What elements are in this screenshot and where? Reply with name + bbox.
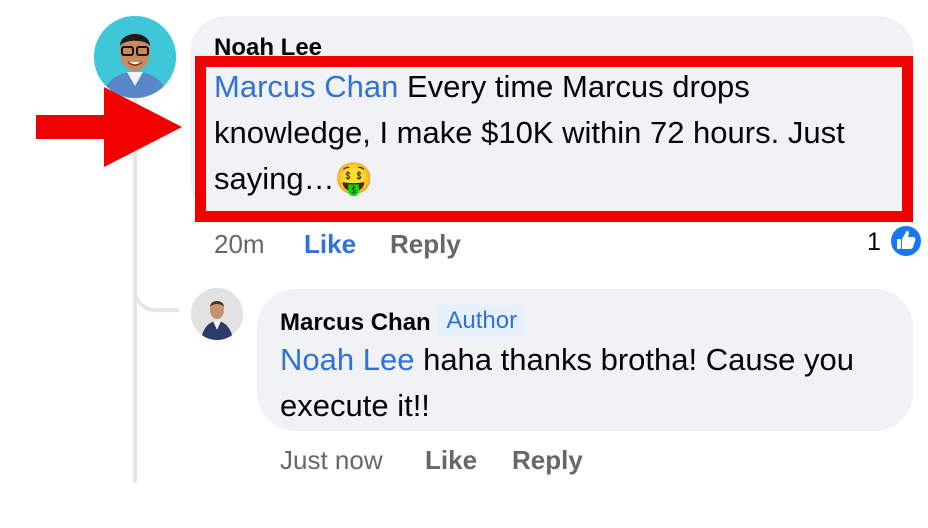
reply-author-link[interactable]: Marcus Chan — [280, 309, 431, 336]
reply-author-name: Marcus Chan Author — [280, 305, 527, 337]
like-button[interactable]: Like — [425, 445, 477, 476]
thumbs-up-icon[interactable] — [889, 224, 923, 258]
reply-text-line1: haha thanks brotha! Cause you — [423, 342, 854, 377]
author-badge: Author — [437, 305, 527, 337]
avatar[interactable] — [191, 288, 243, 340]
reply-text: Noah Lee haha thanks brotha! Cause you e… — [280, 337, 900, 429]
comment-timestamp[interactable]: 20m — [214, 229, 265, 260]
reply-button[interactable]: Reply — [390, 229, 461, 260]
mention-link[interactable]: Noah Lee — [280, 342, 414, 377]
reply-button[interactable]: Reply — [512, 445, 583, 476]
red-arrow-icon — [36, 87, 182, 167]
highlight-box — [195, 56, 913, 222]
like-button[interactable]: Like — [304, 229, 356, 260]
avatar[interactable] — [94, 16, 176, 98]
profile-photo — [94, 16, 176, 98]
profile-photo — [191, 288, 243, 340]
reply-text-line2: execute it!! — [280, 388, 430, 423]
reply-timestamp[interactable]: Just now — [280, 445, 383, 476]
reply-connector — [133, 262, 179, 312]
reaction-count[interactable]: 1 — [867, 228, 881, 257]
